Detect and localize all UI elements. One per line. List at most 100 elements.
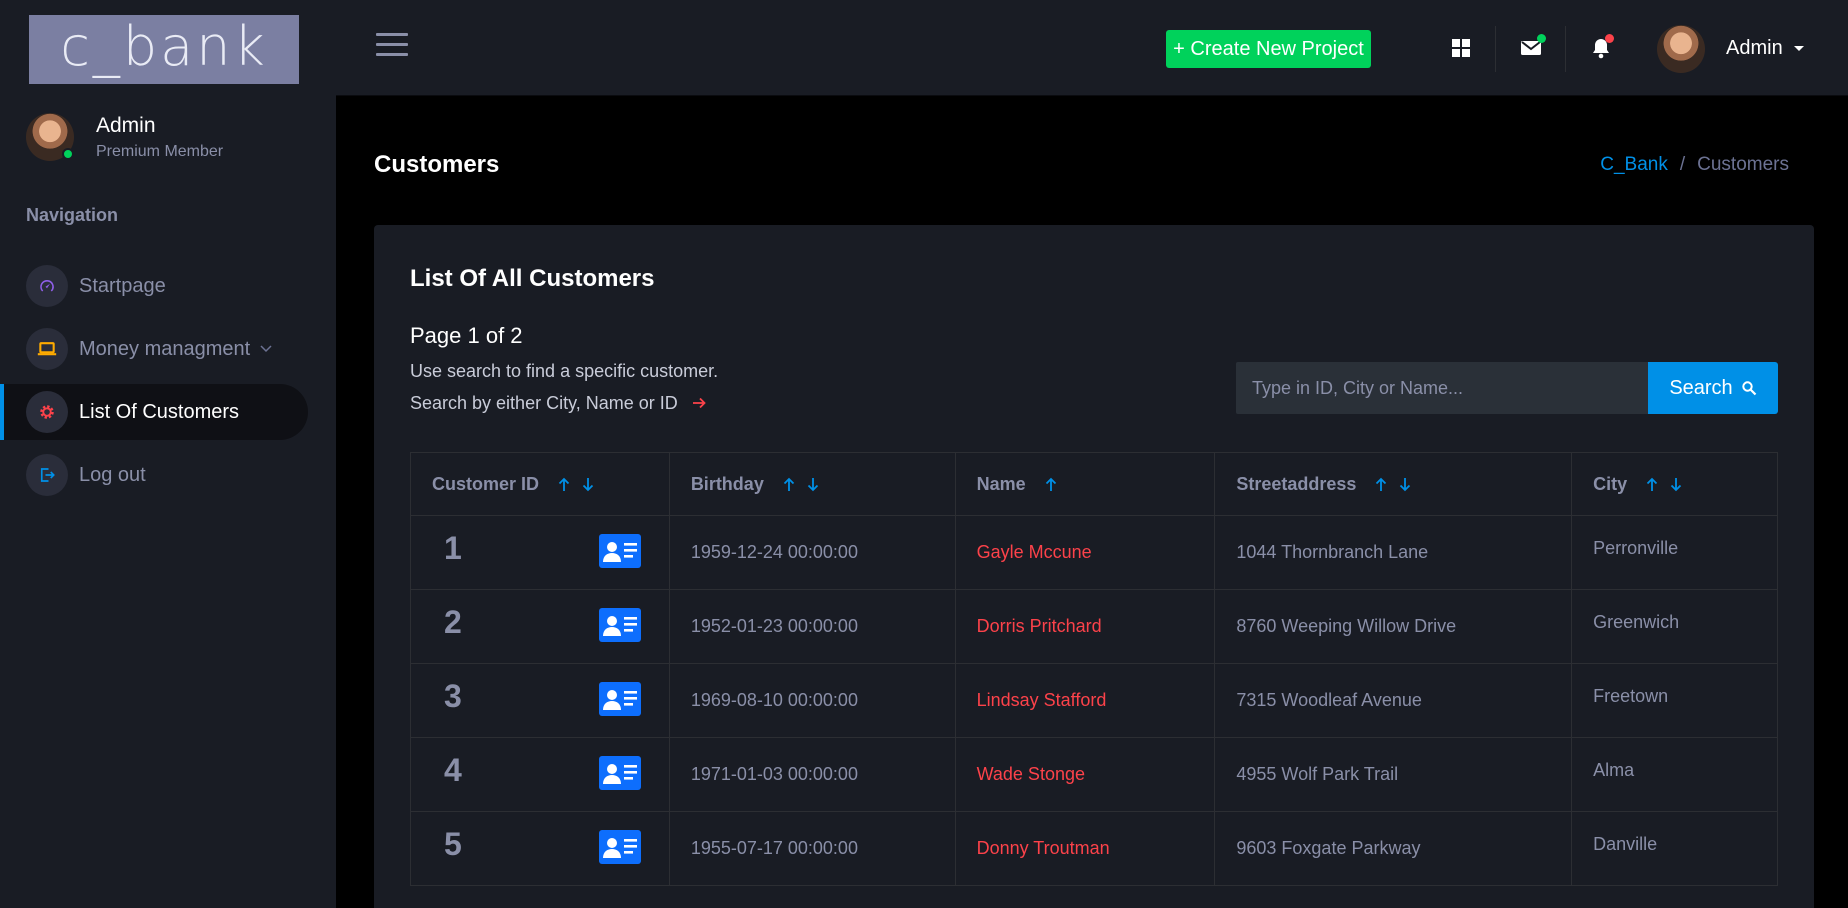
customer-id: 1	[444, 530, 462, 566]
customer-id-cell: 2	[410, 589, 670, 664]
id-card-icon[interactable]	[599, 534, 641, 573]
breadcrumb-current: Customers	[1697, 154, 1789, 175]
birthday-cell: 1952-01-23 00:00:00	[668, 589, 956, 664]
id-card-icon[interactable]	[599, 682, 641, 721]
column-header-city: City	[1571, 452, 1778, 516]
bell-icon[interactable]	[1583, 30, 1619, 66]
avatar	[26, 113, 74, 161]
search-help-text: Use search to find a specific customer.	[410, 361, 719, 381]
birthday-cell: 1969-08-10 00:00:00	[668, 663, 956, 738]
customers-table: Customer ID Birthday Name Streetaddress …	[410, 452, 1778, 886]
city-cell: Alma	[1571, 737, 1778, 812]
search-icon	[1741, 381, 1756, 396]
sidebar-nav: Startpage Money managment List Of Custom…	[0, 258, 336, 510]
sort-ascending-icon[interactable]	[558, 477, 570, 492]
sort-ascending-icon[interactable]	[783, 477, 795, 492]
customer-id-cell: 4	[410, 737, 670, 812]
customer-id: 5	[444, 826, 462, 862]
customer-id: 2	[444, 604, 462, 640]
laptop-icon	[26, 328, 68, 370]
table-row: 4 1971-01-03 00:00:00 Wade Stonge 4955 W…	[410, 737, 1778, 812]
sort-descending-icon[interactable]	[582, 477, 594, 492]
sort-descending-icon[interactable]	[1670, 477, 1682, 492]
table-row: 3 1969-08-10 00:00:00 Lindsay Stafford 7…	[410, 663, 1778, 738]
create-new-project-button[interactable]: + Create New Project	[1166, 30, 1371, 68]
column-header-label: Birthday	[690, 473, 764, 494]
sidebar-item-money-managment[interactable]: Money managment	[0, 321, 308, 377]
street-cell: 7315 Woodleaf Avenue	[1214, 663, 1573, 738]
street-cell: 1044 Thornbranch Lane	[1214, 515, 1573, 590]
birthday-cell: 1955-07-17 00:00:00	[668, 811, 956, 886]
sidebar-item-list-of-customers[interactable]: List Of Customers	[0, 384, 308, 440]
sort-descending-icon[interactable]	[807, 477, 819, 492]
sort-descending-icon[interactable]	[1399, 477, 1411, 492]
street-cell: 4955 Wolf Park Trail	[1214, 737, 1573, 812]
name-cell: Gayle Mccune	[954, 515, 1216, 590]
mail-icon[interactable]	[1513, 30, 1549, 66]
sidebar-item-label: Startpage	[79, 274, 166, 297]
sidebar-item-label: Log out	[79, 463, 146, 486]
name-cell: Lindsay Stafford	[954, 663, 1216, 738]
name-cell: Wade Stonge	[954, 737, 1216, 812]
profile-name: Admin	[96, 113, 156, 137]
page-title: Customers	[374, 151, 500, 178]
brand-logo[interactable]: c_bank	[29, 15, 299, 84]
id-card-icon[interactable]	[599, 756, 641, 795]
chevron-down-icon	[260, 340, 272, 358]
city-cell: Greenwich	[1571, 589, 1778, 664]
topbar-divider	[1495, 26, 1496, 72]
table-row: 5 1955-07-17 00:00:00 Donny Troutman 960…	[410, 811, 1778, 886]
name-cell: Donny Troutman	[954, 811, 1216, 886]
column-header-label: Customer ID	[432, 473, 540, 494]
birthday-cell: 1959-12-24 00:00:00	[668, 515, 956, 590]
street-cell: 8760 Weeping Willow Drive	[1214, 589, 1573, 664]
customer-id: 4	[444, 752, 462, 788]
column-header-label: Name	[976, 473, 1026, 494]
column-header-birthday: Birthday	[668, 452, 956, 516]
sort-ascending-icon[interactable]	[1045, 477, 1057, 492]
column-header-streetaddress: Streetaddress	[1214, 452, 1573, 516]
breadcrumb: C_Bank / Customers	[1600, 154, 1789, 176]
speedometer-icon	[26, 265, 68, 307]
caret-down-icon[interactable]	[1794, 46, 1804, 51]
settings-icon	[26, 391, 68, 433]
mail-badge	[1537, 34, 1546, 43]
grid-icon[interactable]	[1443, 30, 1479, 66]
search-button-label: Search	[1669, 376, 1733, 399]
breadcrumb-root-link[interactable]: C_Bank	[1600, 154, 1668, 175]
street-cell: 9603 Foxgate Parkway	[1214, 811, 1573, 886]
arrow-right-icon	[692, 393, 706, 414]
column-header-label: City	[1593, 473, 1628, 494]
city-cell: Freetown	[1571, 663, 1778, 738]
customer-id-cell: 3	[410, 663, 670, 738]
menu-toggle-icon[interactable]	[376, 33, 408, 59]
customer-id: 3	[444, 678, 462, 714]
table-row: 2 1952-01-23 00:00:00 Dorris Pritchard 8…	[410, 589, 1778, 664]
profile-role: Premium Member	[96, 142, 224, 160]
id-card-icon[interactable]	[599, 608, 641, 647]
user-menu-name[interactable]: Admin	[1726, 37, 1783, 60]
sidebar-item-startpage[interactable]: Startpage	[0, 258, 308, 314]
page-info: Page 1 of 2	[410, 323, 523, 348]
brand-logo-text: c_bank	[60, 14, 268, 78]
customer-id-cell: 1	[410, 515, 670, 590]
city-cell: Danville	[1571, 811, 1778, 886]
column-header-label: Streetaddress	[1236, 473, 1357, 494]
search-help-text-2: Search by either City, Name or ID	[410, 393, 706, 414]
breadcrumb-separator: /	[1679, 154, 1686, 175]
notification-badge	[1605, 34, 1614, 43]
table-header-row: Customer ID Birthday Name Streetaddress …	[410, 452, 1778, 516]
search-input[interactable]	[1236, 362, 1648, 414]
user-avatar[interactable]	[1657, 25, 1705, 73]
sidebar-item-label: Money managment	[79, 337, 251, 360]
sort-ascending-icon[interactable]	[1646, 477, 1658, 492]
id-card-icon[interactable]	[599, 830, 641, 869]
table-row: 1 1959-12-24 00:00:00 Gayle Mccune 1044 …	[410, 515, 1778, 590]
search-button[interactable]: Search	[1648, 362, 1778, 414]
sort-ascending-icon[interactable]	[1375, 477, 1387, 492]
name-cell: Dorris Pritchard	[954, 589, 1216, 664]
sidebar: c_bank Admin Premium Member Navigation S…	[0, 0, 336, 908]
topbar-divider	[1565, 26, 1566, 72]
sidebar-item-log-out[interactable]: Log out	[0, 447, 308, 503]
online-status-dot	[62, 148, 74, 160]
